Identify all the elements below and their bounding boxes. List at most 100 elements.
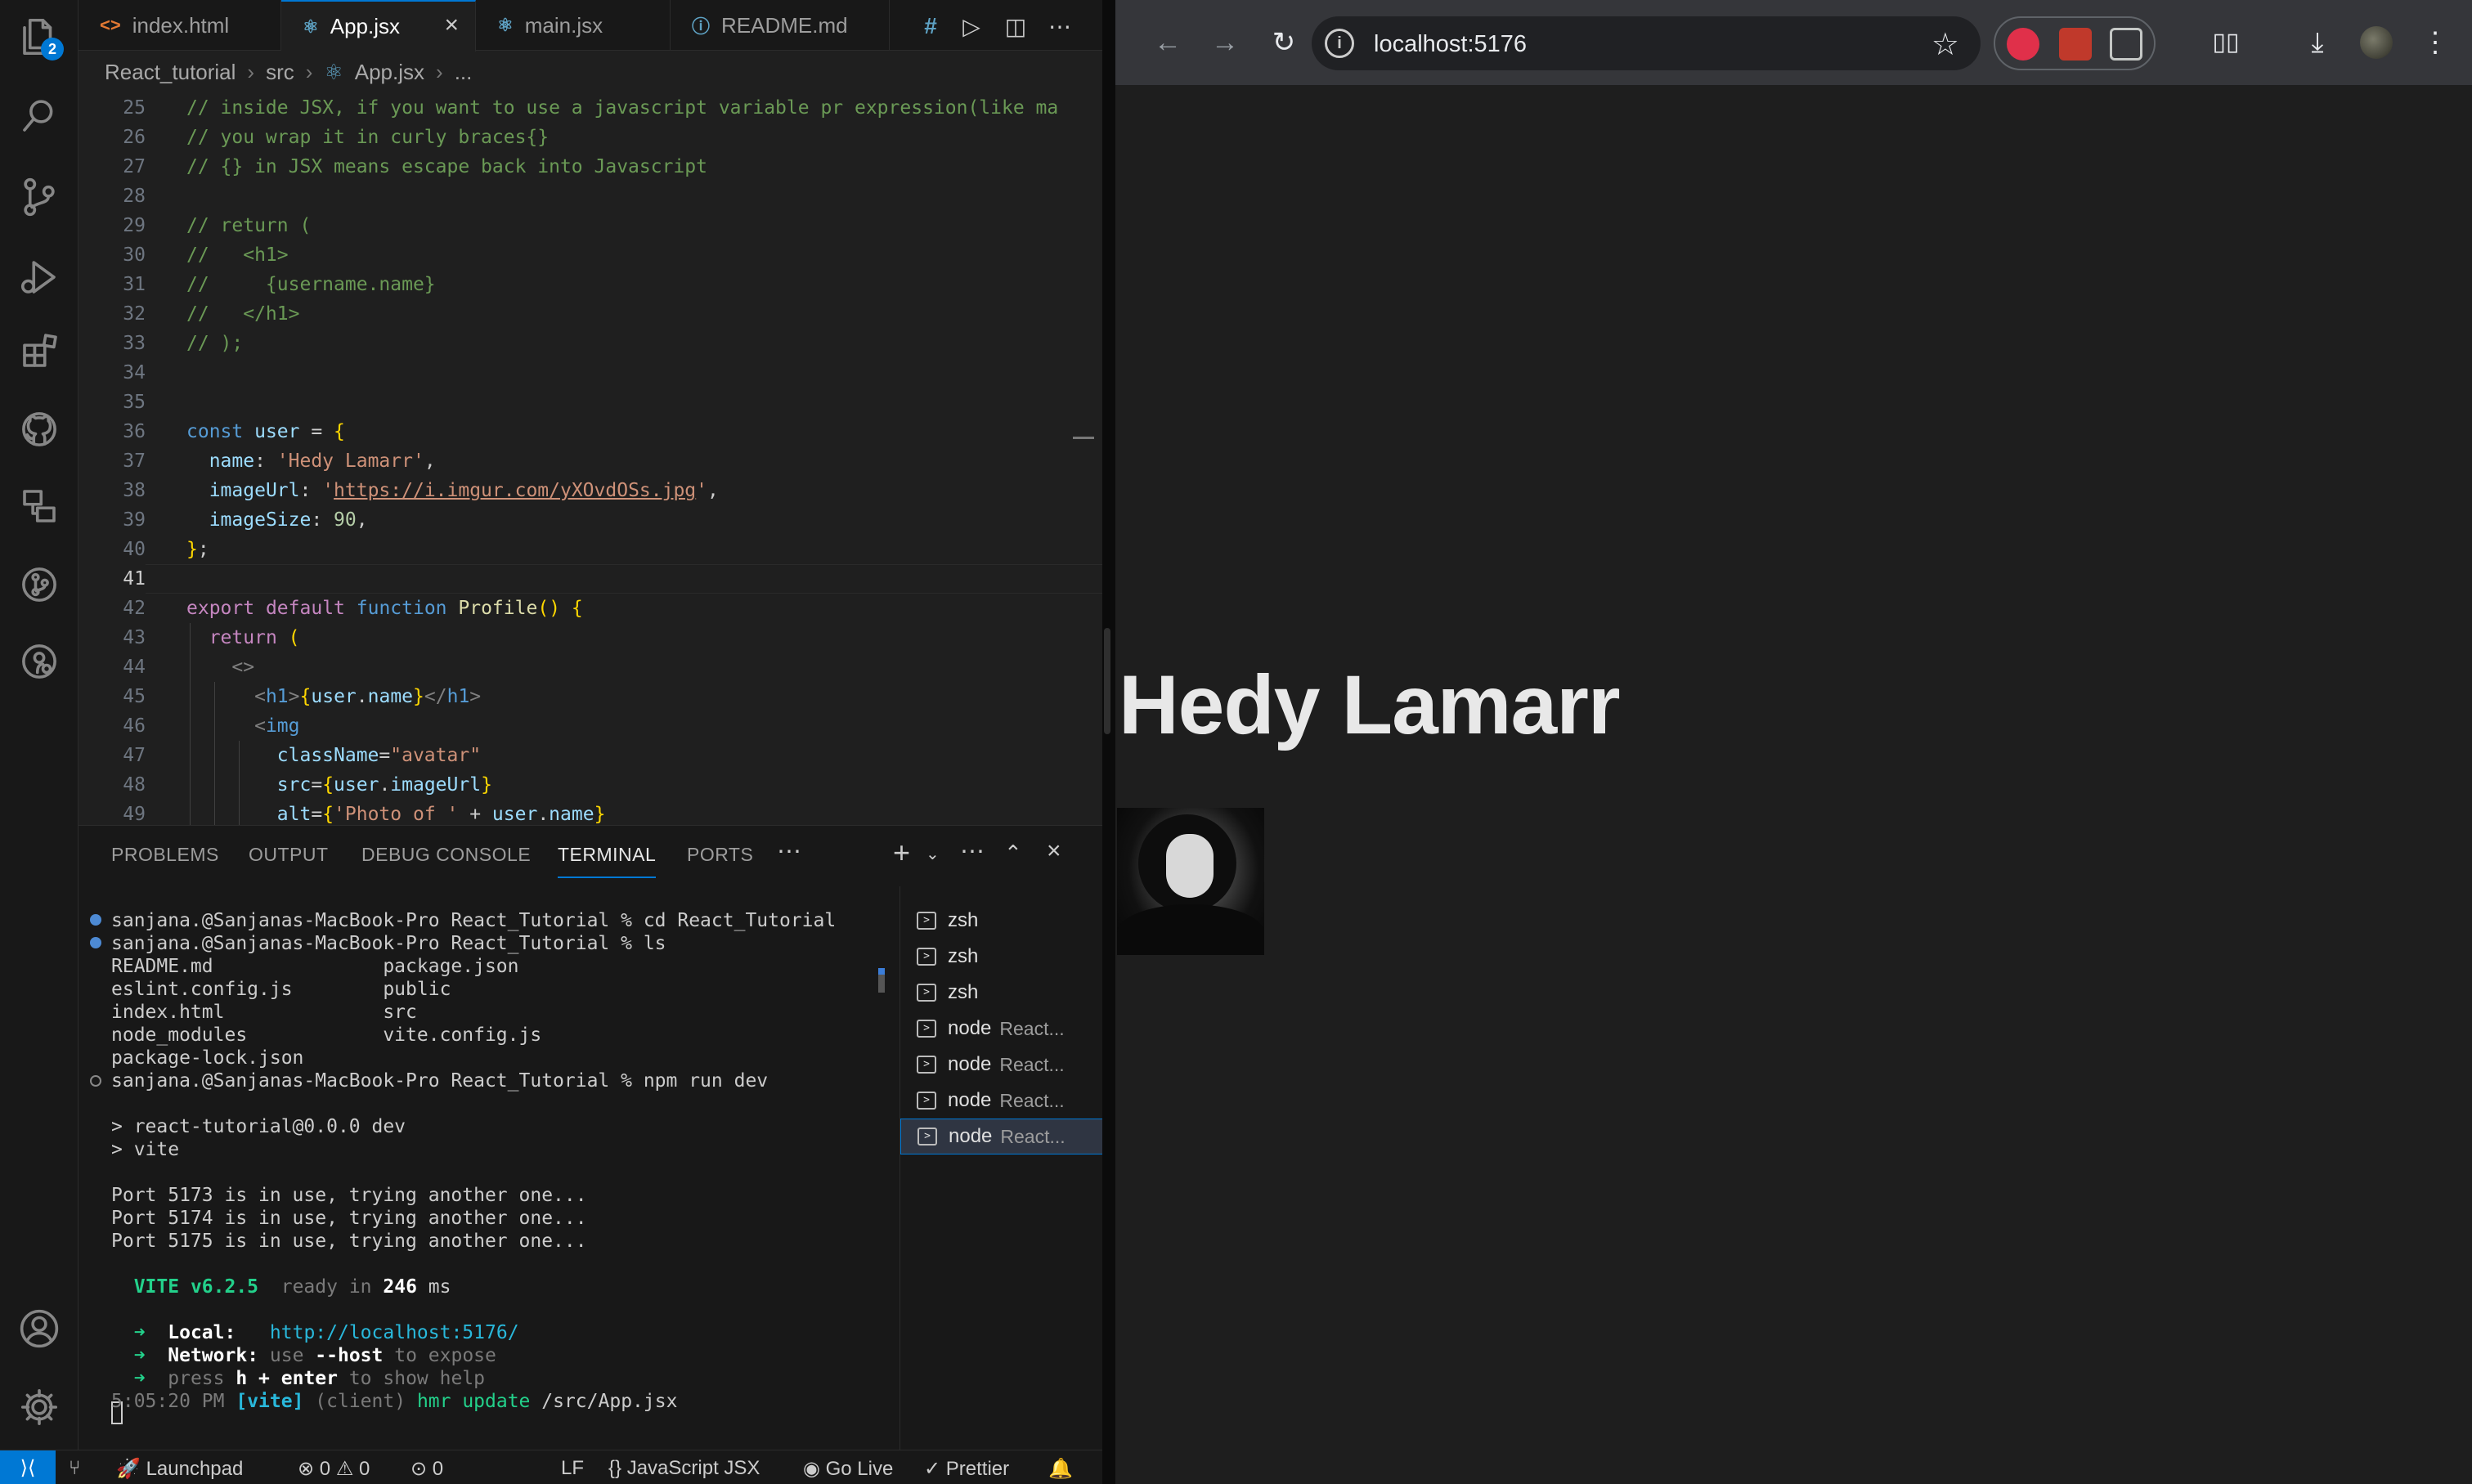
code-line[interactable]: 39 imageSize: 90, xyxy=(79,505,1102,535)
search-icon[interactable] xyxy=(0,78,79,152)
terminal-instance[interactable]: > zsh xyxy=(900,903,1103,939)
breadcrumb-folder[interactable]: React_tutorial xyxy=(105,60,236,85)
address-bar[interactable]: i localhost:5176 ☆ xyxy=(1312,16,1981,70)
more-actions-icon[interactable]: ⋯ xyxy=(1043,10,1076,43)
terminal-scroll-thumb[interactable] xyxy=(878,975,885,993)
code-line[interactable]: 43 return ( xyxy=(79,623,1102,652)
go-live-status[interactable]: ◉ Go Live xyxy=(803,1457,893,1481)
code-line[interactable]: 44 <> xyxy=(79,652,1102,682)
code-line[interactable]: 46 <img xyxy=(79,711,1102,741)
menu-kebab-icon[interactable]: ⋮ xyxy=(2419,26,2452,59)
extension-red-icon[interactable] xyxy=(2007,28,2039,61)
problems-status[interactable]: ⊗ 0 ⚠ 0 xyxy=(298,1457,370,1481)
code-line[interactable]: 25 // inside JSX, if you want to use a ja… xyxy=(79,93,1102,123)
line-number: 36 xyxy=(123,421,146,442)
code-line[interactable]: 45 <h1>{user.name}</h1> xyxy=(79,682,1102,711)
eol-status[interactable]: LF xyxy=(561,1457,584,1480)
tab-output[interactable]: OUTPUT xyxy=(249,844,329,866)
extensions-puzzle-icon[interactable] xyxy=(2110,28,2142,61)
ports-status[interactable]: ⊙ 0 xyxy=(411,1457,443,1481)
terminal-output[interactable]: sanjana.@Sanjanas-MacBook-Pro React_Tuto… xyxy=(79,886,888,1450)
code-line[interactable]: 49 alt={'Photo of ' + user.name} xyxy=(79,800,1102,825)
tab-main-jsx[interactable]: ⚛ main.jsx xyxy=(476,0,671,51)
language-status[interactable]: {} JavaScript JSX xyxy=(608,1457,760,1480)
radio-icon: ◉ xyxy=(803,1458,826,1480)
tab-readme-md[interactable]: ⓘ README.md xyxy=(671,0,890,51)
code-editor[interactable]: 25 // inside JSX, if you want to use a ja… xyxy=(79,93,1102,825)
url-text[interactable]: localhost:5176 xyxy=(1374,31,1527,58)
source-control-status-icon[interactable]: ⑂ xyxy=(69,1457,80,1480)
window-divider[interactable] xyxy=(1102,0,1115,1484)
code-line[interactable]: 29 // return ( xyxy=(79,211,1102,240)
tab-app-jsx[interactable]: ⚛ App.jsx × xyxy=(281,0,476,52)
tab-terminal[interactable]: TERMINAL xyxy=(558,844,657,878)
code-line[interactable]: 35 xyxy=(79,388,1102,417)
language-label: JavaScript JSX xyxy=(626,1457,760,1479)
code-line[interactable]: 34 xyxy=(79,358,1102,388)
remote-explorer-icon[interactable] xyxy=(0,469,79,543)
tab-problems[interactable]: PROBLEMS xyxy=(111,844,219,866)
docker-icon[interactable] xyxy=(0,625,79,698)
maximize-panel-icon[interactable]: ⌃ xyxy=(1004,841,1022,866)
run-debug-icon[interactable] xyxy=(0,240,79,314)
extensions-icon[interactable] xyxy=(0,314,79,388)
breadcrumb-folder[interactable]: src xyxy=(266,60,294,85)
launchpad-status[interactable]: 🚀 Launchpad xyxy=(116,1457,243,1481)
forward-arrow-icon[interactable]: → xyxy=(1209,26,1241,59)
terminal-instance[interactable]: > zsh xyxy=(900,975,1103,1011)
chevron-down-icon[interactable]: ⌄ xyxy=(926,844,940,864)
hash-icon[interactable]: # xyxy=(914,10,947,43)
reading-mode-icon[interactable]: ▯▯ xyxy=(2210,26,2242,59)
code-line[interactable]: 33 // ); xyxy=(79,329,1102,358)
explorer-icon[interactable]: 2 xyxy=(0,0,79,74)
git-graph-icon[interactable] xyxy=(0,548,79,621)
code-line[interactable]: 30 // <h1> xyxy=(79,240,1102,270)
code-line[interactable]: 31 // {username.name} xyxy=(79,270,1102,299)
breadcrumb-symbol[interactable]: ... xyxy=(455,60,473,85)
download-icon[interactable]: ⤓ xyxy=(2301,26,2334,59)
code-line[interactable]: 27 // {} in JSX means escape back into Ja… xyxy=(79,152,1102,182)
tab-index-html[interactable]: <> index.html xyxy=(79,0,281,51)
terminal-instance[interactable]: > node React... xyxy=(900,1011,1103,1047)
bookmark-star-icon[interactable]: ☆ xyxy=(1931,26,1959,63)
terminal-instance[interactable]: > node React... xyxy=(900,1119,1103,1154)
remote-indicator-icon[interactable]: ⟩⟨ xyxy=(0,1450,56,1484)
code-line[interactable]: 41 xyxy=(79,564,1102,594)
site-info-icon[interactable]: i xyxy=(1325,29,1354,58)
settings-gear-icon[interactable] xyxy=(0,1370,79,1444)
notifications-bell-icon[interactable]: 🔔 xyxy=(1048,1457,1073,1481)
tab-ports[interactable]: PORTS xyxy=(687,844,753,866)
code-line[interactable]: 37 name: 'Hedy Lamarr', xyxy=(79,446,1102,476)
new-terminal-icon[interactable]: + xyxy=(893,836,910,870)
breadcrumb-file[interactable]: App.jsx xyxy=(355,60,424,85)
terminal-instance[interactable]: > node React... xyxy=(900,1083,1103,1119)
terminal-instance[interactable]: > node React... xyxy=(900,1047,1103,1083)
code-line[interactable]: 38 imageUrl: 'https://i.imgur.com/yXOvdO… xyxy=(79,476,1102,505)
back-arrow-icon[interactable]: ← xyxy=(1151,26,1184,59)
run-icon[interactable]: ▷ xyxy=(955,10,988,43)
terminal-instance[interactable]: > zsh xyxy=(900,939,1103,975)
code-line[interactable]: 26 // you wrap it in curly braces{} xyxy=(79,123,1102,152)
prettier-status[interactable]: ✓ Prettier xyxy=(924,1457,1009,1481)
code-line[interactable]: 42 export default function Profile() { xyxy=(79,594,1102,623)
profile-avatar[interactable] xyxy=(2360,26,2393,59)
extension-puzzle-app-icon[interactable] xyxy=(2059,28,2092,61)
terminal-line: Port 5175 is in use, trying another one.… xyxy=(111,1231,587,1252)
code-line[interactable]: 40}; xyxy=(79,535,1102,564)
source-control-icon[interactable] xyxy=(0,160,79,234)
terminal-line: package-lock.json xyxy=(111,1047,304,1069)
code-line[interactable]: 48 src={user.imageUrl} xyxy=(79,770,1102,800)
split-editor-icon[interactable]: ◫ xyxy=(999,10,1032,43)
close-panel-icon[interactable]: × xyxy=(1047,837,1061,865)
code-line[interactable]: 47 className="avatar" xyxy=(79,741,1102,770)
code-line[interactable]: 32 // </h1> xyxy=(79,299,1102,329)
account-icon[interactable] xyxy=(0,1292,79,1365)
github-icon[interactable] xyxy=(0,392,79,466)
code-line[interactable]: 28 xyxy=(79,182,1102,211)
more-icon[interactable]: ⋯ xyxy=(777,837,801,866)
code-line[interactable]: 36 const user = { xyxy=(79,417,1102,446)
reload-icon[interactable]: ↻ xyxy=(1267,26,1300,59)
more-icon[interactable]: ⋯ xyxy=(960,837,985,866)
tab-debug-console[interactable]: DEBUG CONSOLE xyxy=(361,844,531,866)
close-tab-icon[interactable]: × xyxy=(444,11,459,39)
